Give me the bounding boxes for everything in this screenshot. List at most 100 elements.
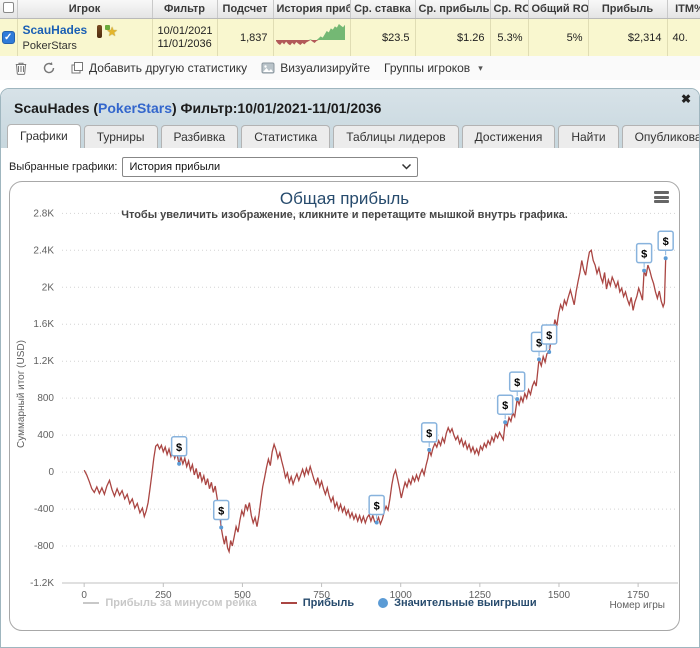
- avg-profit-cell: $1.26: [415, 18, 491, 56]
- table-row[interactable]: ✓ ScauHades ★ PokerStars 10/01/2021 11/01…: [0, 18, 700, 56]
- profit-chart-svg: 2.8K2.4K2K1.6K1.2K8004000-400-800-1.2K0 2…: [16, 208, 678, 601]
- col-avg-roi[interactable]: Ср. ROI: [490, 0, 529, 19]
- filter-cell: 10/01/2021 11/01/2036: [152, 18, 218, 56]
- svg-text:0: 0: [48, 467, 54, 478]
- add-stat-label: Добавить другую статистику: [89, 61, 248, 75]
- svg-text:$: $: [426, 428, 432, 440]
- add-stat-button[interactable]: Добавить другую статистику: [70, 61, 247, 75]
- caret-down-icon: ▾: [478, 62, 483, 73]
- chevron-down-icon: [402, 164, 412, 170]
- svg-text:Суммарный итог (USD): Суммарный итог (USD): [16, 340, 27, 448]
- itm-cell: 40.: [667, 18, 700, 56]
- legend-label-profit: Прибыль: [302, 597, 355, 609]
- svg-text:$: $: [546, 330, 552, 342]
- col-filter[interactable]: Фильтр: [152, 0, 218, 19]
- row-checkbox[interactable]: ✓: [1, 31, 15, 44]
- svg-text:2.4K: 2.4K: [33, 245, 54, 256]
- legend-line-swatch: [280, 602, 297, 604]
- legend-label-wins: Значительные выигрыши: [394, 597, 537, 609]
- col-itm[interactable]: ITM%: [667, 0, 700, 19]
- row-select-cell[interactable]: ✓: [0, 18, 18, 56]
- svg-text:2K: 2K: [42, 282, 55, 293]
- profit-chart-card[interactable]: 2.8K 2.4K 2K 1.6K 1.2K 800 400 0 -400 -800 -1.2K 0 2…: [9, 181, 680, 631]
- tab-publish[interactable]: Опубликовать: [621, 125, 699, 148]
- visualize-button[interactable]: Визуализируйте: [261, 61, 370, 75]
- tab-breakdown[interactable]: Разбивка: [160, 125, 239, 148]
- graph-select-label: Выбранные графики:: [9, 161, 118, 173]
- delete-button[interactable]: [14, 61, 28, 75]
- tab-find[interactable]: Найти: [558, 125, 619, 148]
- panel-title-site[interactable]: PokerStars: [98, 100, 172, 116]
- trash-icon: [15, 62, 27, 75]
- results-table: Игрок Фильтр Подсчет История прибыли Ср.…: [0, 0, 700, 56]
- chart-subtitle: Чтобы увеличить изображение, кликните и …: [121, 209, 568, 221]
- tab-graphs[interactable]: Графики: [7, 124, 81, 148]
- svg-text:$: $: [502, 400, 508, 412]
- panel-title-filter: ) Фильтр:10/01/2021-11/01/2036: [171, 100, 382, 116]
- profit-history-sparkline[interactable]: [275, 21, 345, 52]
- tab-tournaments[interactable]: Турниры: [83, 125, 158, 148]
- table-header-row: Игрок Фильтр Подсчет История прибыли Ср.…: [0, 0, 700, 19]
- col-count[interactable]: Подсчет: [217, 0, 274, 19]
- legend-item-wins[interactable]: Значительные выигрыши: [378, 597, 537, 609]
- panel-header: ScauHades (PokerStars) Фильтр:10/01/2021…: [1, 89, 699, 148]
- col-avg-profit[interactable]: Ср. прибыль: [415, 0, 491, 19]
- svg-text:$: $: [176, 442, 182, 454]
- legend-label-rake: Прибыль за минусом рейка: [105, 597, 257, 609]
- image-icon: [261, 62, 275, 74]
- player-panel: ScauHades (PokerStars) Фильтр:10/01/2021…: [0, 88, 700, 648]
- svg-text:$: $: [218, 506, 224, 518]
- avg-stake-cell: $23.5: [350, 18, 416, 56]
- graph-select-row: Выбранные графики: История прибыли: [9, 156, 419, 178]
- svg-text:-400: -400: [34, 504, 54, 515]
- svg-text:$: $: [663, 236, 669, 248]
- refresh-icon: [43, 62, 55, 74]
- select-all-header[interactable]: [0, 0, 18, 19]
- svg-text:$: $: [641, 249, 647, 261]
- col-total-roi[interactable]: Общий ROI: [528, 0, 589, 19]
- player-groups-label: Группы игроков: [384, 61, 471, 75]
- chart-type-select[interactable]: История прибыли: [122, 157, 419, 177]
- panel-title-player: ScauHades (: [14, 100, 99, 116]
- select-all-checkbox[interactable]: [3, 1, 14, 13]
- results-table-wrap: Игрок Фильтр Подсчет История прибыли Ср.…: [0, 0, 700, 56]
- chart-menu-icon[interactable]: [654, 191, 669, 203]
- badge-star-icon: ★: [106, 23, 118, 39]
- svg-text:-800: -800: [34, 541, 54, 552]
- col-avg-stake[interactable]: Ср. ставка: [350, 0, 416, 19]
- col-profit[interactable]: Прибыль: [588, 0, 668, 19]
- tab-achievements[interactable]: Достижения: [461, 125, 556, 148]
- tab-leaderboards[interactable]: Таблицы лидеров: [333, 125, 459, 148]
- player-name[interactable]: ScauHades: [23, 23, 88, 37]
- col-profit-history[interactable]: История прибыли: [273, 0, 351, 19]
- toolbar: Добавить другую статистику Визуализируйт…: [0, 56, 700, 80]
- sparkline-cell[interactable]: [273, 18, 351, 56]
- visualize-label: Визуализируйте: [280, 61, 370, 75]
- copy-icon: [71, 62, 83, 74]
- tab-bar: Графики Турниры Разбивка Статистика Табл…: [7, 124, 699, 148]
- player-groups-button[interactable]: Группы игроков ▾: [384, 61, 483, 75]
- filter-to: 11/01/2036: [157, 37, 212, 50]
- svg-text:400: 400: [37, 430, 54, 441]
- close-icon[interactable]: ✖: [681, 93, 691, 105]
- legend-dot-swatch: [378, 598, 389, 608]
- svg-text:800: 800: [37, 393, 54, 404]
- avg-roi-cell: 5.3%: [490, 18, 529, 56]
- col-player[interactable]: Игрок: [17, 0, 153, 19]
- legend-item-rake[interactable]: Прибыль за минусом рейка: [83, 597, 257, 609]
- legend-item-profit[interactable]: Прибыль: [280, 597, 355, 609]
- player-site: PokerStars: [22, 39, 77, 52]
- svg-text:1.2K: 1.2K: [33, 356, 54, 367]
- badge-stick-icon: [97, 25, 103, 39]
- legend-line-swatch: [83, 602, 100, 604]
- player-cell[interactable]: ScauHades ★ PokerStars: [17, 18, 153, 56]
- filter-from: 10/01/2021: [157, 24, 213, 37]
- svg-text:1.6K: 1.6K: [33, 319, 54, 330]
- app-screen: Игрок Фильтр Подсчет История прибыли Ср.…: [0, 0, 700, 648]
- svg-text:$: $: [374, 500, 380, 512]
- refresh-button[interactable]: [42, 61, 56, 75]
- profit-cell: $2,314: [588, 18, 668, 56]
- panel-title: ScauHades (PokerStars) Фильтр:10/01/2021…: [14, 100, 381, 116]
- total-roi-cell: 5%: [528, 18, 589, 56]
- tab-statistics[interactable]: Статистика: [241, 125, 331, 148]
